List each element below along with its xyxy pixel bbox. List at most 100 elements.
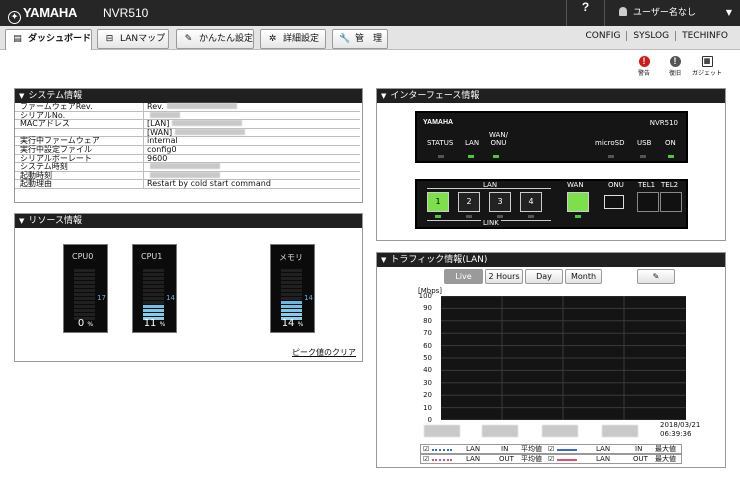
y-tick-label: 50 (423, 354, 432, 362)
meter-label: CPU0 (72, 252, 94, 261)
meter-segment (74, 285, 95, 288)
wan-port-label: WAN (567, 181, 584, 189)
user-menu[interactable]: ユーザー名なし ▼ (604, 0, 740, 26)
restore-icon: ! (669, 56, 681, 67)
meter-segment (281, 313, 302, 316)
restore-label: 復旧 (668, 70, 681, 77)
legend-line-lan-out-max (557, 459, 577, 461)
system-info-header[interactable]: ▼ システム情報 (15, 89, 362, 103)
redacted-value (150, 111, 180, 118)
system-info-row: システム時刻 (15, 163, 360, 172)
status-led (493, 155, 499, 158)
redacted-value (150, 163, 220, 170)
lan-port-2[interactable]: 2 (458, 192, 480, 212)
lan-port-4[interactable]: 4 (520, 192, 542, 212)
techinfo-link[interactable]: TECHINFO (675, 31, 734, 41)
legend-row-out: ☑ LAN OUT 平均値 ☑ LAN OUT 最大値 (420, 454, 682, 464)
system-info-row: ファームウェアRev. Rev. (15, 103, 360, 112)
tab-lan-map[interactable]: ⊟ LANマップ (97, 29, 169, 49)
top-bar: ✦ YAMAHA NVR510 ? ユーザー名なし ▼ (0, 0, 740, 26)
clear-peak-link[interactable]: ピーク値のクリア (292, 347, 356, 358)
gadget-icon: ▦ (701, 56, 713, 67)
tel2-label: TEL2 (661, 181, 679, 189)
checkbox-lan-in-max[interactable]: ☑ (548, 445, 554, 453)
tab-dashboard[interactable]: ▤ ダッシュボード (5, 29, 92, 51)
checkbox-lan-out-avg[interactable]: ☑ (423, 455, 429, 463)
led-label: ON (665, 139, 676, 147)
led-label: USB (637, 139, 652, 147)
tel1-port[interactable] (637, 192, 659, 212)
range-2hours-button[interactable]: 2 Hours (485, 269, 523, 284)
port-number: 3 (497, 197, 503, 206)
logo-text: YAMAHA (23, 5, 78, 20)
meter-segment (74, 313, 95, 316)
status-led (468, 155, 474, 158)
meter-segment (281, 293, 302, 296)
yamaha-logo: ✦ YAMAHA (8, 5, 77, 24)
collapse-icon: ▼ (19, 92, 25, 100)
alert-button[interactable]: ! 警告 (630, 56, 658, 77)
lan-port-1[interactable]: 1 (427, 192, 449, 212)
meter-bars (74, 269, 97, 321)
row-value: Restart by cold start command (143, 180, 271, 189)
dashboard-icon: ▤ (13, 34, 22, 44)
tab-label: かんたん設定 (199, 34, 254, 44)
range-month-button[interactable]: Month (565, 269, 602, 284)
config-link[interactable]: CONFIG (580, 31, 627, 41)
onu-port-label: ONU (608, 181, 624, 189)
tab-advanced[interactable]: ✲ 詳細設定 (260, 29, 326, 49)
status-led (438, 155, 444, 158)
interface-header[interactable]: ▼ インターフェース情報 (377, 89, 725, 103)
lan-port-3[interactable]: 3 (489, 192, 511, 212)
meter-segment (143, 289, 164, 292)
wan-port[interactable] (567, 192, 589, 212)
wizard-icon: ✎ (184, 34, 193, 44)
meter-segment (281, 277, 302, 280)
meter-segment (281, 309, 302, 312)
percent-value: 0 (77, 318, 85, 329)
port-number: 4 (528, 197, 534, 206)
checkbox-lan-in-avg[interactable]: ☑ (423, 445, 429, 453)
percent-unit: % (87, 321, 94, 328)
restore-button[interactable]: ! 復旧 (661, 56, 689, 77)
wan-link-led (575, 215, 581, 218)
tab-easy-setup[interactable]: ✎ かんたん設定 (176, 29, 254, 49)
percent-unit: % (297, 321, 304, 328)
meter-segment (143, 305, 164, 308)
syslog-link[interactable]: SYSLOG (626, 31, 675, 41)
legend-text: 平均値 (521, 445, 542, 453)
x-label-blurred (602, 425, 638, 437)
legend-text: 最大値 (655, 445, 676, 453)
redacted-value (150, 171, 220, 178)
led-label: microSD (595, 139, 625, 147)
meter-bars (281, 269, 304, 321)
panel-title: システム情報 (28, 91, 83, 101)
checkbox-lan-out-max[interactable]: ☑ (548, 455, 554, 463)
legend-text: OUT (633, 455, 648, 463)
legend-text: 最大値 (655, 455, 676, 463)
gadget-button[interactable]: ▦ ガジェット (692, 56, 722, 77)
range-live-button[interactable]: Live (444, 269, 483, 284)
redacted-value (172, 120, 243, 127)
tel2-port[interactable] (660, 192, 682, 212)
legend-row-in: ☑ LAN IN 平均値 ☑ LAN IN 最大値 (420, 444, 682, 454)
meter-segment (74, 273, 95, 276)
legend-line-lan-out-avg (432, 459, 452, 461)
resource-header[interactable]: ▼ リソース情報 (15, 214, 362, 228)
system-info-panel: ▼ システム情報 ファームウェアRev. Rev. シリアルNo. MACアドレス [LA… (14, 88, 363, 203)
range-day-button[interactable]: Day (525, 269, 563, 284)
meter-segment (143, 269, 164, 272)
y-tick-label: 40 (423, 366, 432, 375)
onu-port[interactable] (604, 195, 624, 209)
tab-admin[interactable]: 🔧 管 理 (332, 29, 388, 49)
meter-segment (143, 273, 164, 276)
meter-segment (143, 293, 164, 296)
traffic-header[interactable]: ▼ トラフィック情報(LAN) (377, 253, 725, 267)
y-tick-label: 30 (423, 378, 432, 387)
resource-panel: ▼ リソース情報 CPU0 17 0 % CPU1 14 11 % メモリ 14 14 % ピーク… (14, 213, 363, 362)
router-brand: YAMAHA (423, 119, 454, 126)
percent-value: 14 (281, 318, 295, 329)
edit-button[interactable]: ✎ (637, 269, 675, 284)
help-button[interactable]: ? (566, 0, 604, 26)
y-tick-label: 20 (423, 391, 432, 400)
